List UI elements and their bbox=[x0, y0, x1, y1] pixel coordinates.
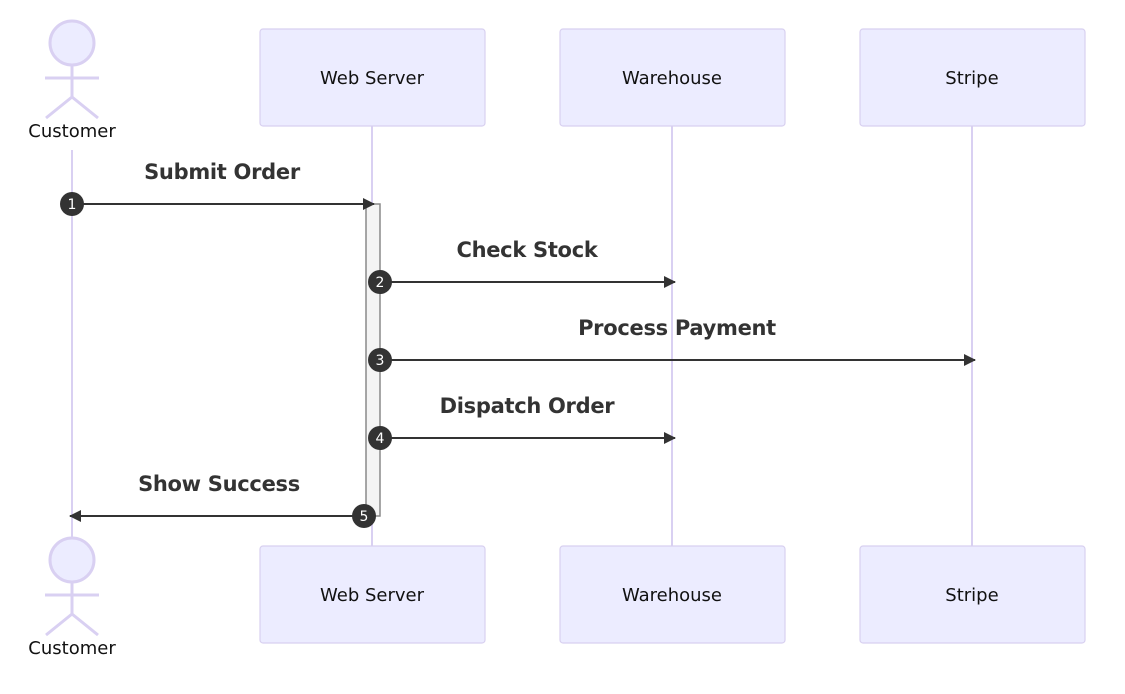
participant-web-server-top[interactable]: Web Server bbox=[259, 28, 486, 127]
message-label: Show Success bbox=[138, 472, 300, 496]
message-show-success[interactable]: Show Success 5 bbox=[69, 472, 376, 528]
actor-leg-left-icon bbox=[45, 612, 73, 637]
participant-stripe-top[interactable]: Stripe bbox=[859, 28, 1086, 127]
participant-label: Stripe bbox=[945, 68, 998, 89]
participant-web-server-bottom[interactable]: Web Server bbox=[259, 545, 486, 644]
participant-stripe-bottom[interactable]: Stripe bbox=[859, 545, 1086, 644]
message-label: Dispatch Order bbox=[440, 394, 616, 418]
participant-warehouse-bottom[interactable]: Warehouse bbox=[559, 545, 786, 644]
participant-label: Web Server bbox=[320, 68, 425, 89]
message-check-stock[interactable]: Check Stock 2 bbox=[368, 238, 676, 294]
actor-customer-top[interactable]: Customer bbox=[28, 19, 116, 142]
actor-head-icon bbox=[48, 19, 96, 67]
sequence-number: 5 bbox=[360, 509, 369, 525]
participant-label: Stripe bbox=[945, 585, 998, 606]
participant-label: Warehouse bbox=[622, 585, 722, 606]
actor-leg-right-icon bbox=[71, 95, 99, 120]
sequence-number: 2 bbox=[376, 275, 385, 291]
message-submit-order[interactable]: Submit Order 1 bbox=[60, 160, 375, 216]
message-label: Submit Order bbox=[144, 160, 301, 184]
message-dispatch-order[interactable]: Dispatch Order 4 bbox=[368, 394, 676, 450]
sequence-diagram: Customer Web Server Warehouse Stripe Sub… bbox=[28, 19, 1086, 659]
participant-warehouse-top[interactable]: Warehouse bbox=[559, 28, 786, 127]
participant-label: Web Server bbox=[320, 585, 425, 606]
actor-customer-bottom[interactable]: Customer bbox=[28, 536, 116, 659]
actor-head-icon bbox=[48, 536, 96, 584]
sequence-number: 4 bbox=[376, 431, 385, 447]
actor-leg-left-icon bbox=[45, 95, 73, 120]
actor-label: Customer bbox=[28, 638, 116, 659]
actor-leg-right-icon bbox=[71, 612, 99, 637]
message-label: Check Stock bbox=[456, 238, 598, 262]
message-label: Process Payment bbox=[578, 316, 776, 340]
sequence-number: 1 bbox=[68, 197, 77, 213]
actor-label: Customer bbox=[28, 121, 116, 142]
participant-label: Warehouse bbox=[622, 68, 722, 89]
sequence-number: 3 bbox=[376, 353, 385, 369]
